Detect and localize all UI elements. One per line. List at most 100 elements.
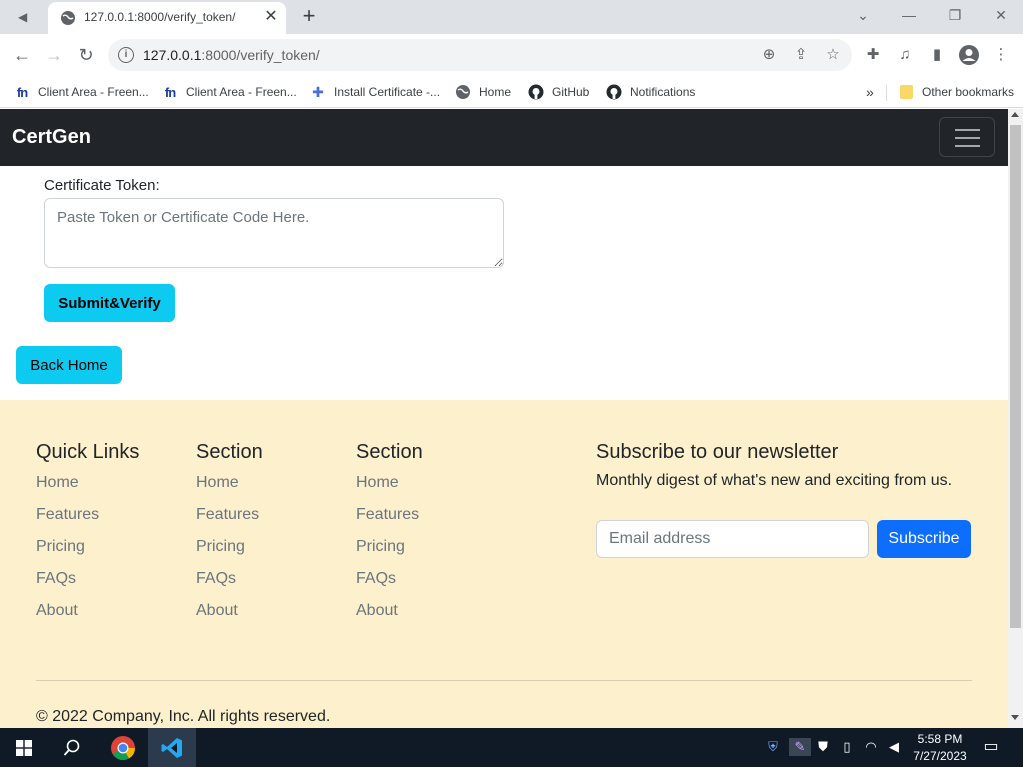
footer-link-features[interactable]: Features	[196, 505, 346, 537]
email-field[interactable]	[596, 520, 869, 558]
folder-icon	[898, 84, 914, 100]
taskbar-clock[interactable]: 5:58 PM 7/27/2023	[908, 731, 972, 765]
footer-column-title: Section	[196, 441, 263, 463]
scroll-down-arrow-icon[interactable]	[1011, 715, 1019, 720]
puzzle-icon: ✚	[312, 83, 324, 100]
footer-link-faqs[interactable]: FAQs	[36, 569, 186, 601]
bookmark-item[interactable]: fn Client Area - Freen...	[162, 82, 297, 102]
page-content: CertGen Certificate Token: Submit&Verify…	[0, 109, 1008, 728]
footer-link-pricing[interactable]: Pricing	[196, 537, 346, 569]
defender-tray-icon[interactable]: ⛨	[764, 738, 782, 756]
globe-icon	[61, 11, 75, 25]
zoom-icon[interactable]: ⊕	[759, 45, 779, 65]
footer-link-faqs[interactable]: FAQs	[356, 569, 506, 601]
scroll-thumb[interactable]	[1010, 125, 1021, 628]
media-icon[interactable]: ♫	[894, 44, 916, 66]
forward-arrow-icon[interactable]: →	[42, 43, 66, 67]
navbar-toggler[interactable]	[939, 117, 995, 157]
share-icon[interactable]: ⇪	[791, 45, 811, 65]
footer-link-about[interactable]: About	[356, 601, 506, 633]
footer-link-about[interactable]: About	[196, 601, 346, 633]
back-home-button[interactable]: Back Home	[16, 346, 122, 384]
footer-link-features[interactable]: Features	[356, 505, 506, 537]
profile-icon[interactable]	[958, 44, 980, 66]
newsletter-text: Monthly digest of what's new and excitin…	[596, 472, 953, 489]
bookmark-item[interactable]: GitHub	[528, 82, 589, 102]
certificate-token-label: Certificate Token:	[44, 177, 160, 194]
bookmark-item[interactable]: ✚ Install Certificate -...	[310, 82, 440, 102]
clock-date: 7/27/2023	[913, 749, 967, 763]
volume-icon[interactable]: ◀︎	[885, 738, 903, 756]
info-icon[interactable]: i	[118, 47, 134, 63]
footer-link-pricing[interactable]: Pricing	[356, 537, 506, 569]
battery-icon[interactable]: ▯	[838, 738, 856, 756]
footer-column-title: Quick Links	[36, 441, 140, 463]
chrome-app-icon[interactable]	[99, 728, 147, 767]
star-icon[interactable]: ☆	[823, 45, 843, 65]
newsletter-title: Subscribe to our newsletter	[596, 441, 839, 463]
minimize-icon[interactable]: —	[886, 4, 932, 26]
newsletter-section: Subscribe to our newsletter Monthly dige…	[596, 441, 986, 558]
close-window-icon[interactable]: ✕	[978, 4, 1023, 26]
extensions-icon[interactable]: ✚	[862, 44, 884, 66]
submit-verify-button[interactable]: Submit&Verify	[44, 284, 175, 322]
freenom-icon: fn	[16, 84, 28, 100]
copyright-text: © 2022 Company, Inc. All rights reserved…	[36, 708, 331, 725]
security-tray-icon[interactable]: ⛊	[814, 738, 832, 756]
speaker-icon[interactable]: ◀︎	[18, 9, 34, 25]
footer-column-quick-links: Quick Links Home Features Pricing FAQs A…	[36, 441, 186, 633]
bookmark-item[interactable]: fn Client Area - Freen...	[14, 82, 149, 102]
footer-link-about[interactable]: About	[36, 601, 186, 633]
site-navbar: CertGen	[0, 109, 1008, 166]
certificate-token-input[interactable]	[44, 198, 504, 268]
menu-dots-icon[interactable]: ⋮	[990, 44, 1012, 66]
bookmarks-overflow-icon[interactable]: »	[866, 82, 874, 102]
github-icon	[606, 84, 622, 100]
windows-start-icon[interactable]	[0, 728, 48, 767]
footer-link-home[interactable]: Home	[36, 473, 186, 505]
close-tab-icon[interactable]: ✕	[262, 8, 280, 26]
bookmark-item[interactable]: Home	[455, 82, 511, 102]
vscode-app-icon[interactable]	[148, 728, 196, 767]
wifi-icon[interactable]: ◠	[862, 738, 880, 756]
github-icon	[528, 84, 544, 100]
hamburger-icon	[955, 129, 980, 131]
side-panel-icon[interactable]: ▮	[926, 44, 948, 66]
restore-icon[interactable]: ❐	[932, 4, 978, 26]
vscode-logo-icon	[161, 737, 182, 758]
footer-link-home[interactable]: Home	[356, 473, 506, 505]
notification-icon[interactable]: ▭	[982, 738, 1000, 756]
tab-strip: ◀︎ 127.0.0.1:8000/verify_token/ ✕ + ⌄ — …	[0, 0, 1023, 34]
footer-link-pricing[interactable]: Pricing	[36, 537, 186, 569]
browser-tab[interactable]: 127.0.0.1:8000/verify_token/ ✕	[48, 2, 286, 34]
new-tab-icon[interactable]: +	[298, 5, 320, 28]
brand-logo[interactable]: CertGen	[12, 126, 91, 149]
globe-icon	[456, 85, 470, 99]
browser-toolbar: ← → ↻ i 127.0.0.1:8000/verify_token/ ⊕ ⇪…	[0, 34, 1023, 76]
address-url[interactable]: 127.0.0.1:8000/verify_token/	[143, 47, 320, 63]
search-icon[interactable]	[48, 728, 96, 767]
back-arrow-icon[interactable]: ←	[10, 43, 34, 67]
windows-logo-icon	[16, 739, 32, 756]
reload-icon[interactable]: ↻	[74, 43, 98, 67]
chevron-down-icon[interactable]: ⌄	[840, 4, 886, 26]
windows-taskbar: ⛨ ✎ ⛊ ▯ ◠ ◀︎ 5:58 PM 7/27/2023 ▭	[0, 728, 1023, 767]
site-footer: Quick Links Home Features Pricing FAQs A…	[0, 400, 1008, 728]
hamburger-icon-bar	[955, 137, 980, 139]
footer-link-home[interactable]: Home	[196, 473, 346, 505]
footer-column-section: Section Home Features Pricing FAQs About	[356, 441, 506, 633]
footer-link-features[interactable]: Features	[36, 505, 186, 537]
footer-divider	[36, 680, 972, 681]
address-bar[interactable]: i 127.0.0.1:8000/verify_token/ ⊕ ⇪ ☆	[108, 39, 852, 71]
footer-link-faqs[interactable]: FAQs	[196, 569, 346, 601]
scroll-up-arrow-icon[interactable]	[1011, 112, 1019, 117]
feather-tray-icon[interactable]: ✎	[789, 738, 811, 756]
bookmark-item[interactable]: Notifications	[606, 82, 695, 102]
freenom-icon: fn	[164, 84, 176, 100]
other-bookmarks[interactable]: Other bookmarks	[898, 82, 1014, 102]
tab-title: 127.0.0.1:8000/verify_token/	[84, 10, 236, 24]
chrome-logo-icon	[111, 735, 135, 760]
page-scrollbar[interactable]	[1008, 109, 1023, 728]
subscribe-button[interactable]: Subscribe	[877, 520, 971, 558]
footer-column-section: Section Home Features Pricing FAQs About	[196, 441, 346, 633]
